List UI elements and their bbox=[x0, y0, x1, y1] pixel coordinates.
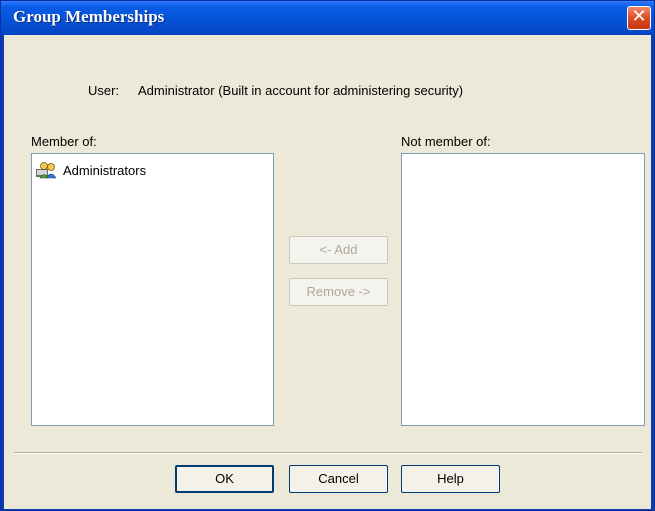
footer-separator bbox=[14, 452, 642, 454]
cancel-button[interactable]: Cancel bbox=[289, 465, 388, 493]
not-member-of-label: Not member of: bbox=[401, 134, 491, 149]
add-button[interactable]: <- Add bbox=[289, 236, 388, 264]
window-title: Group Memberships bbox=[13, 7, 165, 26]
ok-button[interactable]: OK bbox=[175, 465, 274, 493]
member-of-list[interactable]: Administrators bbox=[31, 153, 274, 426]
not-member-of-list[interactable] bbox=[401, 153, 645, 426]
close-button[interactable]: ✕ bbox=[627, 6, 651, 30]
list-item[interactable]: Administrators bbox=[35, 160, 146, 180]
title-bar: Group Memberships ✕ bbox=[1, 1, 654, 35]
remove-button[interactable]: Remove -> bbox=[289, 278, 388, 306]
user-label: User: bbox=[88, 83, 120, 98]
user-value: Administrator (Built in account for admi… bbox=[138, 83, 464, 98]
group-memberships-dialog: Group Memberships ✕ User: Administrator … bbox=[0, 0, 655, 511]
group-users-icon bbox=[36, 162, 57, 179]
member-of-label: Member of: bbox=[31, 134, 97, 149]
help-button[interactable]: Help bbox=[401, 465, 500, 493]
group-name: Administrators bbox=[63, 162, 147, 178]
dialog-body: User: Administrator (Built in account fo… bbox=[4, 35, 651, 509]
close-icon: ✕ bbox=[631, 6, 647, 27]
